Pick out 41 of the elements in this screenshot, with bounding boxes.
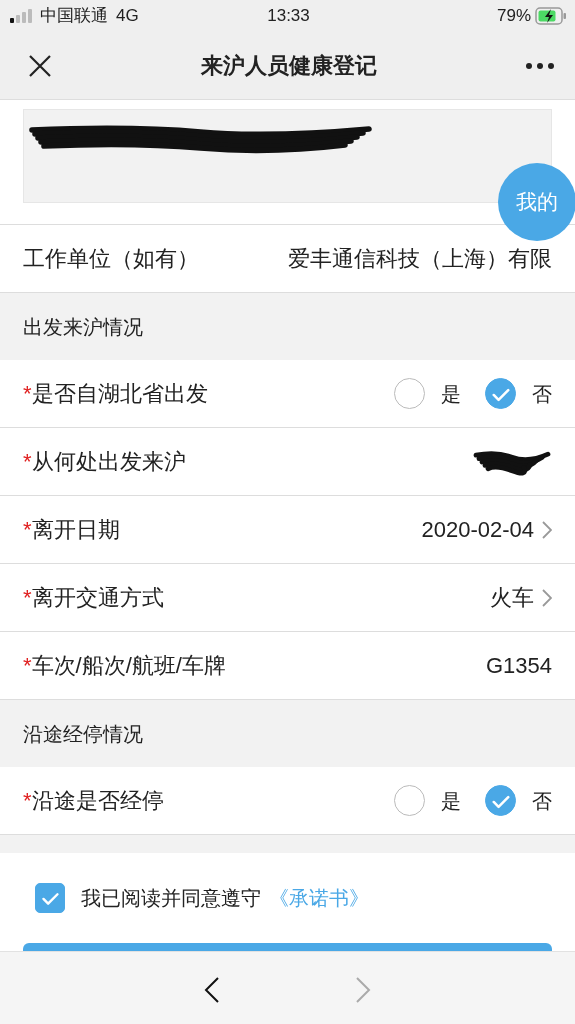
required-mark: * (23, 787, 32, 815)
field-label: 从何处出发来沪 (31, 448, 186, 476)
field-label: 离开日期 (31, 516, 120, 544)
carrier-name: 中国联通 (40, 5, 108, 28)
section-title: 出发来沪情况 (23, 314, 143, 340)
network-type: 4G (116, 5, 139, 28)
required-mark: * (23, 652, 32, 680)
radio-button[interactable] (485, 378, 516, 409)
close-icon[interactable] (28, 53, 52, 78)
chevron-right-icon (542, 519, 552, 540)
battery-percent: 79% (497, 5, 531, 28)
back-icon[interactable] (204, 975, 220, 1004)
radio-button[interactable] (394, 785, 425, 816)
field-label: 工作单位（如有） (23, 245, 199, 273)
field-label: 是否自湖北省出发 (31, 380, 208, 408)
select-value[interactable]: 火车 (490, 581, 534, 614)
chevron-right-icon (542, 587, 552, 608)
radio-label: 是 (441, 381, 461, 407)
radio-label: 否 (532, 381, 552, 407)
battery-charging-icon (535, 7, 567, 25)
select-value[interactable]: 2020-02-04 (421, 513, 534, 546)
more-icon[interactable] (525, 61, 555, 70)
agree-checkbox[interactable] (35, 883, 65, 913)
field-label: 车次/船次/航班/车牌 (31, 652, 226, 680)
radio-label: 是 (441, 788, 461, 814)
radio-button[interactable] (485, 785, 516, 816)
agreement-text: 我已阅读并同意遵守 (81, 886, 261, 911)
section-title: 沿途经停情况 (23, 721, 143, 747)
field-value: 爱丰通信科技（上海）有限 (288, 245, 552, 273)
required-mark: * (23, 516, 32, 544)
radio-button[interactable] (394, 378, 425, 409)
required-mark: * (23, 584, 32, 612)
field-label: 沿途是否经停 (31, 787, 164, 815)
field-value: G1354 (485, 652, 552, 680)
field-label: 离开交通方式 (31, 584, 164, 612)
required-mark: * (23, 448, 32, 476)
clock-time: 13:33 (267, 5, 310, 28)
radio-label: 否 (532, 788, 552, 814)
required-mark: * (23, 380, 32, 408)
page-title: 来沪人员健康登记 (200, 52, 377, 80)
forward-icon[interactable] (355, 975, 371, 1004)
